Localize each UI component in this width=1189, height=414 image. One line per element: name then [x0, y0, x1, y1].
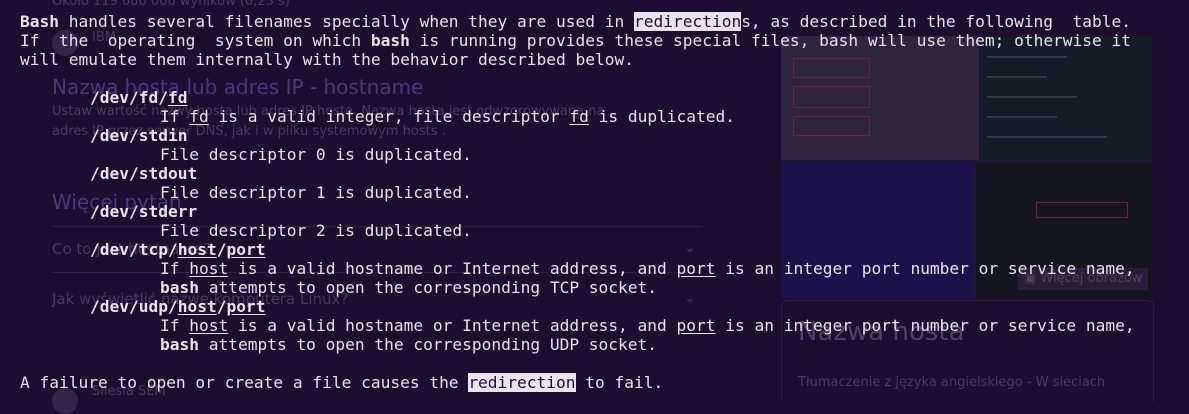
- dev-tcp-desc-2: bash attempts to open the corresponding …: [160, 278, 657, 297]
- path: /: [216, 240, 227, 259]
- dev-tcp-desc-1: If host is a valid hostname or Internet …: [160, 259, 1135, 278]
- text: A failure to open or create a file cause…: [20, 373, 469, 392]
- dev-tcp-term: /dev/tcp/host/port: [90, 240, 265, 259]
- arg: host: [189, 316, 229, 335]
- text: is running provides these special files,…: [409, 31, 1132, 50]
- dev-udp-desc-1: If host is a valid hostname or Internet …: [160, 316, 1135, 335]
- arg: port: [226, 297, 266, 316]
- text: is an integer port number or service nam…: [715, 259, 1135, 278]
- text: is a valid integer, file descriptor: [208, 107, 570, 126]
- text: handles several filenames specially when…: [58, 12, 634, 31]
- bash-keyword: bash: [160, 335, 199, 354]
- dev-fd-desc: If fd is a valid integer, file descripto…: [160, 107, 735, 126]
- intro-line-2: If the operating system on which bash is…: [20, 31, 1131, 50]
- terminal-output: Bash handles several filenames specially…: [0, 0, 1189, 401]
- text: If: [160, 316, 190, 335]
- arg: host: [177, 240, 217, 259]
- dev-stdout-term: /dev/stdout: [90, 164, 198, 183]
- dev-udp-term: /dev/udp/host/port: [90, 297, 265, 316]
- text: If: [160, 259, 190, 278]
- text: s, as described in the following table.: [741, 12, 1132, 31]
- path: /: [216, 297, 227, 316]
- path: /dev/fd/: [90, 88, 168, 107]
- arg: fd: [189, 107, 209, 126]
- text: attempts to open the corresponding TCP s…: [198, 278, 658, 297]
- text: attempts to open the corresponding UDP s…: [198, 335, 658, 354]
- path: /dev/udp/: [90, 297, 178, 316]
- dev-udp-desc-2: bash attempts to open the corresponding …: [160, 335, 657, 354]
- intro-line-1: Bash handles several filenames specially…: [20, 12, 1131, 31]
- bash-keyword: bash: [160, 278, 199, 297]
- arg: port: [226, 240, 266, 259]
- dev-stdout-desc: File descriptor 1 is duplicated.: [160, 183, 472, 202]
- dev-stderr-desc: File descriptor 2 is duplicated.: [160, 221, 472, 240]
- text: If the operating system on which: [20, 31, 371, 50]
- text: If: [160, 107, 190, 126]
- search-highlight: redirection: [633, 12, 742, 31]
- footer-line: A failure to open or create a file cause…: [20, 373, 663, 392]
- dev-stderr-term: /dev/stderr: [90, 202, 198, 221]
- dev-stdin-desc: File descriptor 0 is duplicated.: [160, 145, 472, 164]
- arg: fd: [569, 107, 589, 126]
- arg: host: [189, 259, 229, 278]
- bash-keyword: Bash: [20, 12, 59, 31]
- text: is a valid hostname or Internet address,…: [228, 316, 677, 335]
- text: is duplicated.: [588, 107, 736, 126]
- arg: port: [676, 259, 716, 278]
- path: /dev/tcp/: [90, 240, 178, 259]
- arg: port: [676, 316, 716, 335]
- arg: fd: [167, 88, 188, 107]
- text: is a valid hostname or Internet address,…: [228, 259, 677, 278]
- dev-fd-term: /dev/fd/fd: [90, 88, 187, 107]
- bash-keyword: bash: [370, 31, 410, 50]
- arg: host: [177, 297, 217, 316]
- text: to fail.: [575, 373, 664, 392]
- text: is an integer port number or service nam…: [715, 316, 1135, 335]
- search-highlight: redirection: [468, 373, 576, 392]
- dev-stdin-term: /dev/stdin: [90, 126, 188, 145]
- intro-line-3: will emulate them internally with the be…: [20, 50, 634, 69]
